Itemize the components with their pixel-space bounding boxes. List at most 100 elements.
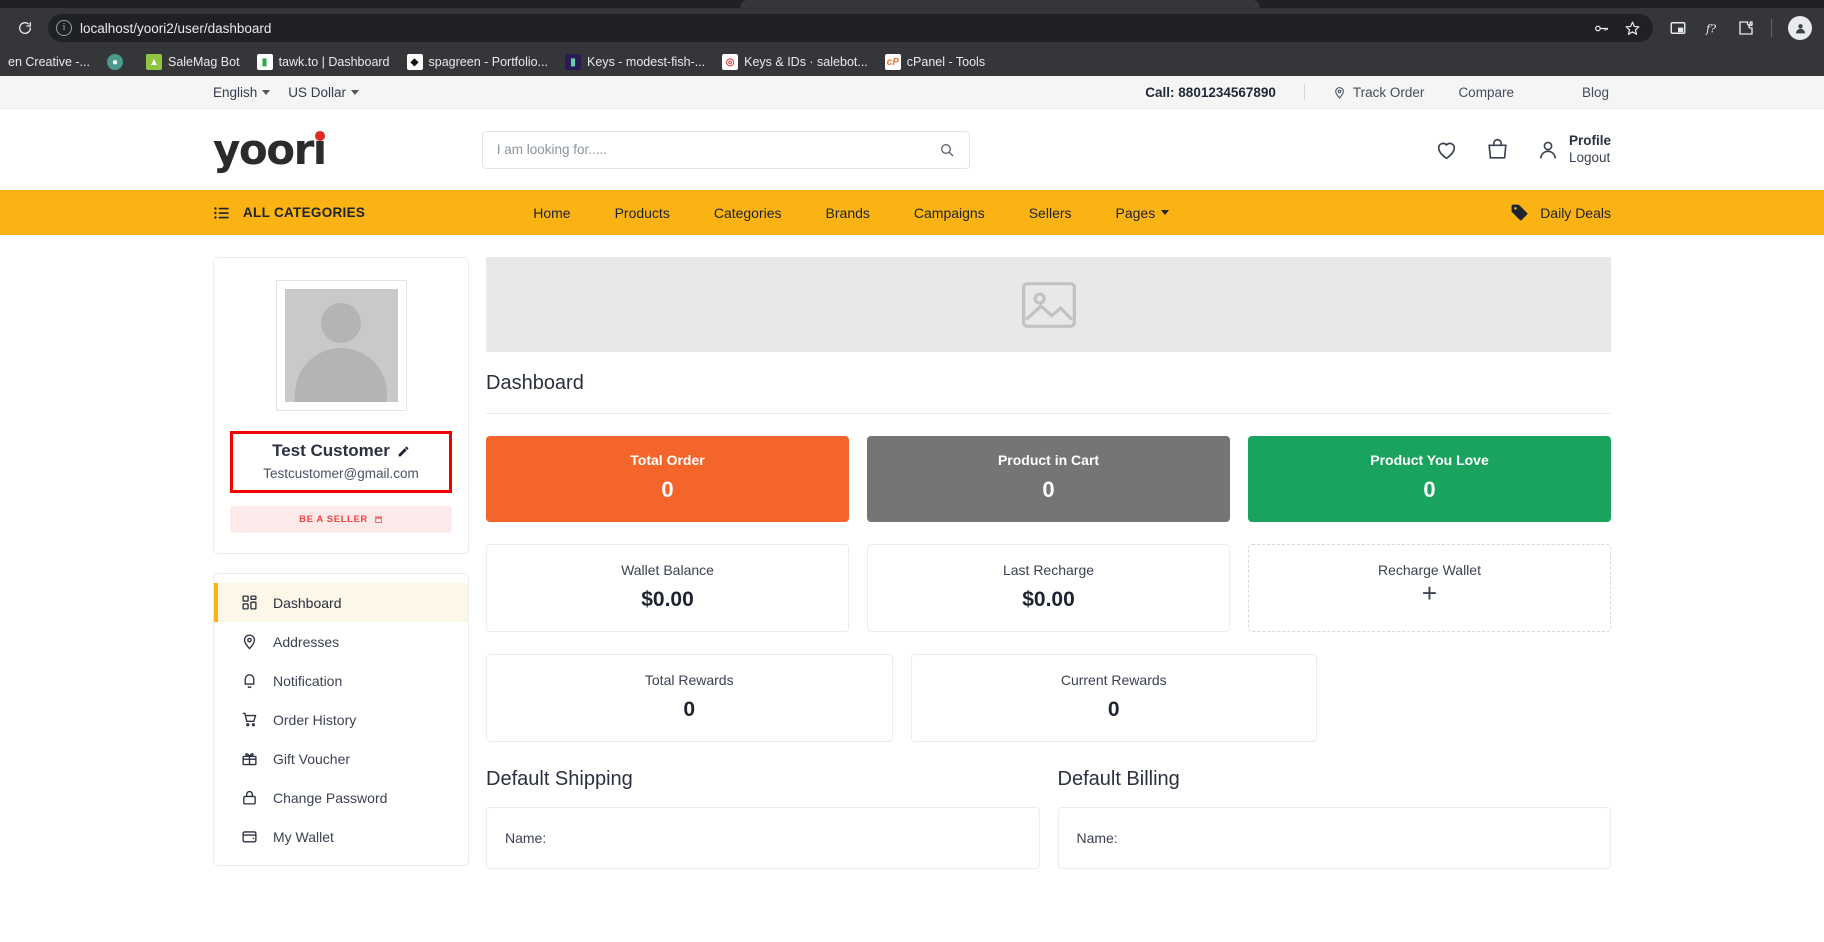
stat-card-current-rewards: Current Rewards 0 [910,654,1317,742]
nav-item-products[interactable]: Products [593,205,692,221]
bookmark-item[interactable]: ◎ Keys & IDs · salebot... [722,54,868,70]
customer-name: Test Customer [239,441,443,461]
spagreen-icon: ◆ [406,54,423,70]
bookmark-label: tawk.to | Dashboard [278,55,390,69]
sidebar-item-label: Order History [273,711,357,728]
site-info-icon[interactable]: i [56,20,72,36]
nav-item-campaigns[interactable]: Campaigns [892,205,1007,221]
nav-item-brands[interactable]: Brands [804,205,892,221]
image-placeholder-icon [1021,281,1076,328]
bookmark-item[interactable]: ▮ tawk.to | Dashboard [256,54,390,70]
user-sidebar: Test Customer Testcustomer@gmail.com BE … [213,257,469,869]
grid-icon [240,594,259,611]
profile-avatar-icon[interactable] [1788,16,1812,40]
sidebar-menu: Dashboard Addresses Notification Order H… [213,573,469,866]
logout-link[interactable]: Logout [1569,150,1611,167]
stat-value: 0 [683,698,696,721]
customer-name-text: Test Customer [272,441,390,460]
bookmark-item[interactable]: cP cPanel - Tools [884,54,986,70]
be-a-seller-button[interactable]: BE A SELLER [230,506,452,533]
stat-card-product-you-love[interactable]: Product You Love 0 [1248,436,1611,522]
track-order-link[interactable]: Track Order [1333,85,1424,100]
bookmark-item[interactable]: ● [106,54,129,70]
search-button[interactable] [925,132,969,168]
dashboard-main: Dashboard Total Order 0 Product in Cart … [486,257,1611,869]
stat-card-total-rewards: Total Rewards 0 [486,654,893,742]
stat-card-wallet-balance: Wallet Balance $0.00 [486,544,849,632]
sidebar-item-order-history[interactable]: Order History [214,700,468,739]
nav-item-pages[interactable]: Pages [1094,205,1192,221]
bookmark-label: SaleMag Bot [167,55,240,69]
language-selector[interactable]: English [213,85,271,100]
extensions-puzzle-icon[interactable] [1737,19,1755,37]
sidebar-item-dashboard[interactable]: Dashboard [214,583,468,622]
edit-pencil-icon[interactable] [397,445,410,458]
nav-item-home[interactable]: Home [511,205,592,221]
bookmark-item[interactable]: ▲ SaleMag Bot [145,54,240,70]
currency-selector[interactable]: US Dollar [288,84,360,100]
daily-deals-button[interactable]: Daily Deals [1510,203,1611,222]
chevron-down-icon [262,89,271,95]
all-categories-button[interactable]: ALL CATEGORIES [213,204,365,222]
currency-label: US Dollar [288,84,347,100]
page-body: Test Customer Testcustomer@gmail.com BE … [0,235,1824,869]
category-navbar: ALL CATEGORIES Home Products Categories … [0,190,1824,235]
avatar-frame [275,280,407,411]
reload-icon[interactable] [12,15,38,41]
address-bar[interactable]: i localhost/yoori2/user/dashboard [48,14,1653,42]
default-billing-box: Name: [1057,807,1611,869]
sidebar-item-addresses[interactable]: Addresses [214,622,468,661]
default-shipping-column: Default Shipping Name: [486,768,1040,869]
stat-label: Product You Love [1370,452,1489,468]
tag-icon [1511,204,1528,221]
search-input[interactable] [482,131,925,168]
sidebar-item-notification[interactable]: Notification [214,661,468,700]
location-pin-icon [240,633,259,650]
sidebar-item-label: Addresses [273,633,340,650]
gift-icon [240,750,259,767]
profile-menu[interactable]: Profile Logout [1536,133,1611,167]
stat-card-total-order[interactable]: Total Order 0 [486,436,849,522]
cart-bag-icon[interactable] [1485,137,1510,162]
bookmark-item[interactable]: ▮ Keys - modest-fish-... [565,54,705,70]
nav-label: Sellers [1028,204,1072,221]
bookmark-item[interactable]: en Creative -... [8,55,90,69]
wishlist-heart-icon[interactable] [1434,137,1459,162]
bookmark-label: en Creative -... [8,55,90,69]
compare-link[interactable]: Compare [1424,85,1548,100]
stat-card-product-in-cart[interactable]: Product in Cart 0 [867,436,1230,522]
site-header: yoori Profile Logout [0,109,1824,190]
site-logo[interactable]: yoori [213,125,327,174]
formula-extension-icon[interactable]: f? [1703,19,1721,37]
stat-card-last-recharge: Last Recharge $0.00 [867,544,1230,632]
list-icon [214,206,229,219]
bookmark-label: spagreen - Portfolio... [428,55,549,69]
bookmark-item[interactable]: ◆ spagreen - Portfolio... [406,54,549,70]
stat-value: 0 [1423,477,1436,502]
bookmark-label: Keys & IDs · salebot... [744,55,868,69]
sidebar-item-my-wallet[interactable]: My Wallet [214,817,468,856]
sidebar-item-label: Gift Voucher [273,750,351,767]
active-tab[interactable] [740,0,1260,8]
nav-label: Brands [825,204,870,221]
chevron-down-icon [351,89,360,95]
tawkto-icon: ▮ [256,54,273,70]
stat-label: Product in Cart [997,452,1100,468]
bookmark-star-icon[interactable] [1624,20,1641,37]
nav-item-categories[interactable]: Categories [692,205,804,221]
svg-text:f?: f? [1705,23,1717,36]
sidebar-item-gift-voucher[interactable]: Gift Voucher [214,739,468,778]
plus-icon[interactable]: + [1259,580,1600,606]
bookmark-label: cPanel - Tools [906,55,986,69]
blog-link[interactable]: Blog [1548,85,1643,100]
stat-card-recharge-wallet[interactable]: Recharge Wallet + [1248,544,1611,632]
bookmark-label: Keys - modest-fish-... [587,55,706,69]
logo-dot-icon [314,131,325,141]
nav-item-sellers[interactable]: Sellers [1007,205,1094,221]
sidebar-item-change-password[interactable]: Change Password [214,778,468,817]
password-key-icon[interactable] [1593,20,1610,37]
picture-in-picture-icon[interactable] [1669,19,1687,37]
bookmarks-bar: en Creative -... ● ▲ SaleMag Bot ▮ tawk.… [0,48,1824,76]
search-bar[interactable] [481,130,970,169]
avatar [284,289,398,402]
